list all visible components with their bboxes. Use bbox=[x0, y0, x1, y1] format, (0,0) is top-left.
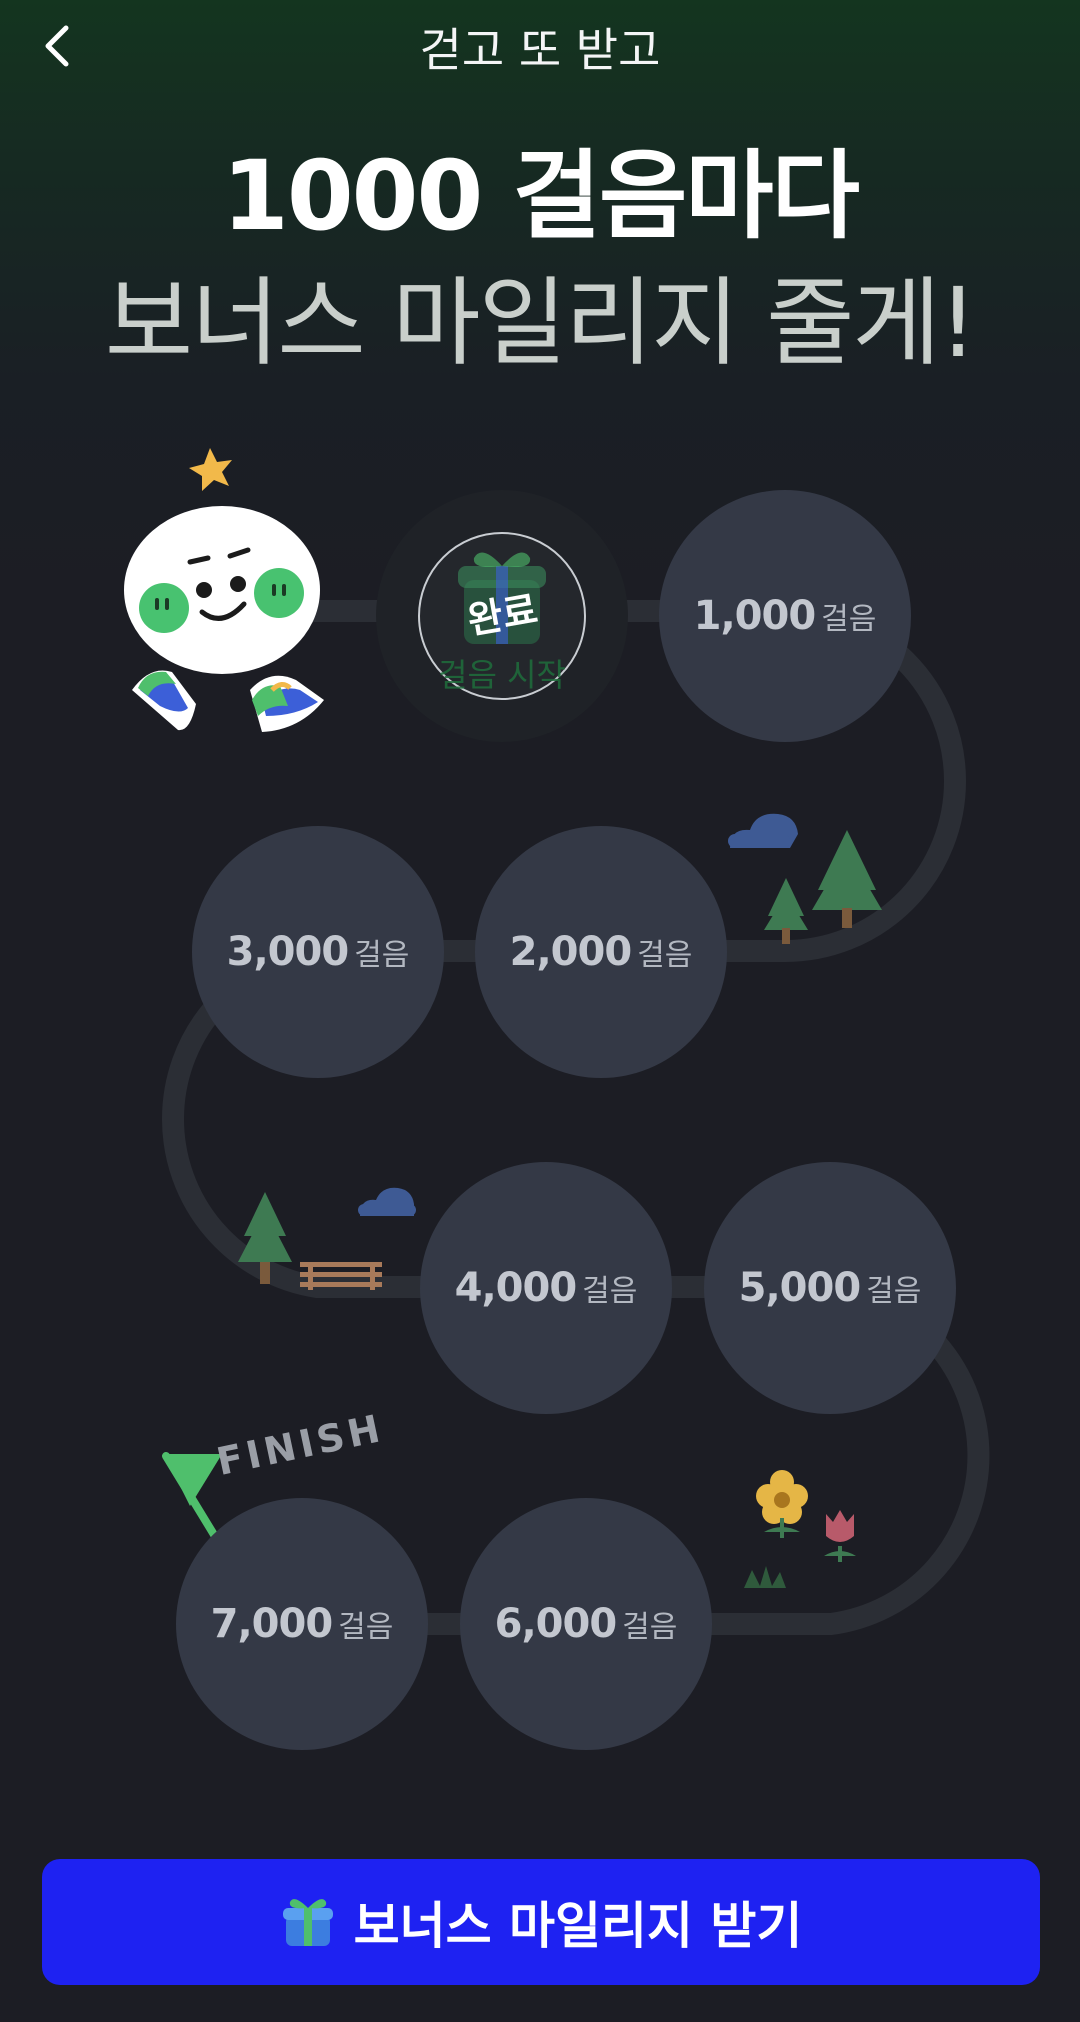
claim-bonus-button[interactable]: 보너스 마일리지 받기 bbox=[42, 1859, 1040, 1985]
track-path bbox=[162, 600, 990, 1635]
milestone-1000[interactable]: 1,000 걸음 bbox=[659, 490, 911, 742]
tree-icon bbox=[764, 878, 808, 944]
star-icon bbox=[189, 448, 232, 491]
milestone-value: 7,000 bbox=[210, 1601, 334, 1647]
milestone-2000[interactable]: 2,000 걸음 bbox=[475, 826, 727, 1078]
start-node[interactable]: 완료 걸음 시작 bbox=[376, 490, 628, 742]
milestone-value: 4,000 bbox=[454, 1265, 578, 1311]
milestone-unit: 걸음 bbox=[637, 938, 693, 973]
milestone-unit: 걸음 bbox=[338, 1610, 394, 1645]
finish-flag-icon bbox=[162, 1452, 222, 1542]
gift-icon bbox=[282, 1899, 333, 1946]
right-shoe bbox=[250, 675, 324, 732]
cloud-icon bbox=[728, 813, 798, 848]
milestone-value: 2,000 bbox=[509, 929, 633, 975]
milestone-7000[interactable]: 7,000 걸음 bbox=[176, 1498, 428, 1750]
tulip-icon bbox=[824, 1510, 856, 1562]
flower-icon bbox=[756, 1470, 808, 1538]
mascot-character bbox=[124, 448, 324, 732]
claim-bonus-label: 보너스 마일리지 받기 bbox=[353, 1897, 803, 1955]
grass-icon bbox=[744, 1566, 786, 1588]
milestone-value: 1,000 bbox=[693, 593, 817, 639]
milestone-unit: 걸음 bbox=[821, 602, 877, 637]
milestone-6000[interactable]: 6,000 걸음 bbox=[460, 1498, 712, 1750]
milestone-3000[interactable]: 3,000 걸음 bbox=[192, 826, 444, 1078]
milestone-unit: 걸음 bbox=[622, 1610, 678, 1645]
tree-icon bbox=[812, 830, 882, 928]
milestone-value: 5,000 bbox=[738, 1265, 862, 1311]
milestone-value: 3,000 bbox=[226, 929, 350, 975]
cloud-icon bbox=[358, 1187, 416, 1216]
start-label: 걸음 시작 bbox=[438, 656, 566, 694]
bench-icon bbox=[300, 1262, 382, 1290]
milestone-unit: 걸음 bbox=[354, 938, 410, 973]
milestone-4000[interactable]: 4,000 걸음 bbox=[420, 1162, 672, 1414]
milestone-5000[interactable]: 5,000 걸음 bbox=[704, 1162, 956, 1414]
milestone-value: 6,000 bbox=[494, 1601, 618, 1647]
milestone-unit: 걸음 bbox=[582, 1274, 638, 1309]
milestone-unit: 걸음 bbox=[866, 1274, 922, 1309]
left-shoe bbox=[132, 670, 196, 731]
